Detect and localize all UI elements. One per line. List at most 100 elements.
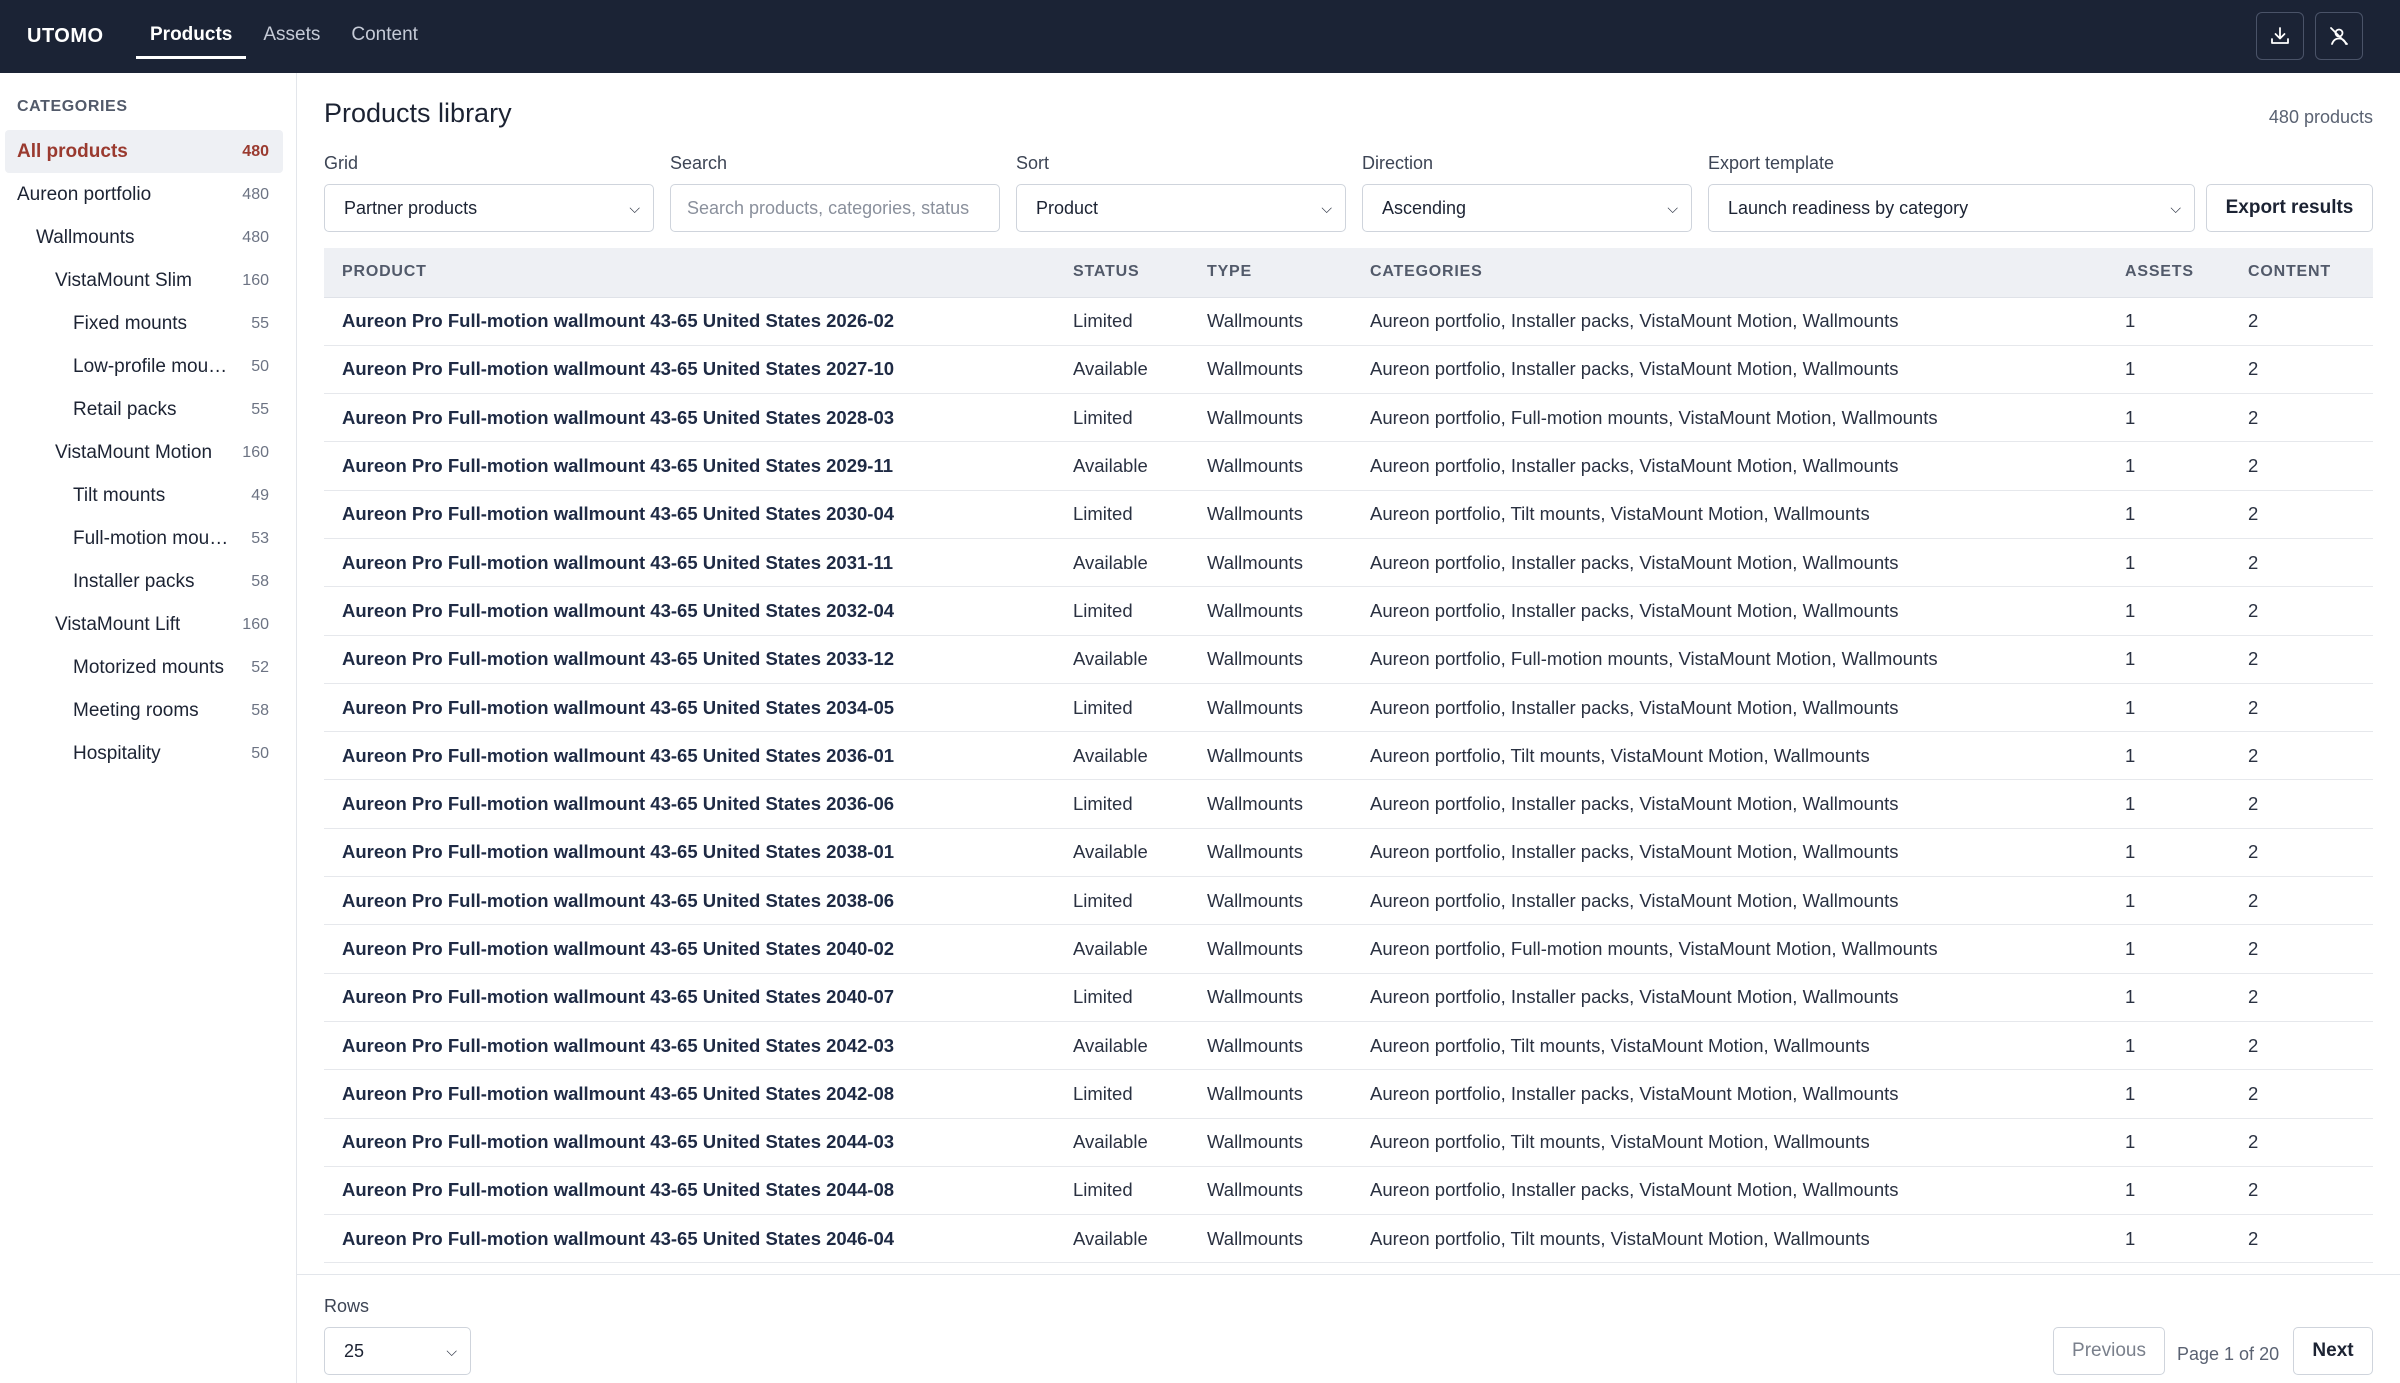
type-cell: Wallmounts [1189, 1021, 1352, 1071]
product-cell[interactable]: Aureon Pro Full-motion wallmount 43-65 U… [324, 441, 1055, 491]
category-count: 53 [251, 529, 269, 547]
status-cell: Available [1055, 924, 1189, 974]
table-row[interactable]: Aureon Pro Full-motion wallmount 43-65 U… [324, 345, 2373, 395]
table-row[interactable]: Aureon Pro Full-motion wallmount 43-65 U… [324, 924, 2373, 974]
table-row[interactable]: Aureon Pro Full-motion wallmount 43-65 U… [324, 441, 2373, 491]
type-cell: Wallmounts [1189, 1166, 1352, 1216]
product-cell[interactable]: Aureon Pro Full-motion wallmount 43-65 U… [324, 393, 1055, 443]
category-item-vistamount-motion[interactable]: VistaMount Motion 160 [5, 431, 283, 474]
column-header-product[interactable]: PRODUCT [324, 248, 1055, 298]
table-row[interactable]: Aureon Pro Full-motion wallmount 43-65 U… [324, 393, 2373, 443]
status-cell: Available [1055, 1118, 1189, 1167]
rows-per-page-select[interactable]: 25 ⌵ [324, 1327, 471, 1375]
table-row[interactable]: Aureon Pro Full-motion wallmount 43-65 U… [324, 683, 2373, 733]
categories-cell: Aureon portfolio, Tilt mounts, VistaMoun… [1352, 1214, 2107, 1264]
table-row[interactable]: Aureon Pro Full-motion wallmount 43-65 U… [324, 1214, 2373, 1264]
category-item-all-products[interactable]: All products 480 [5, 130, 283, 173]
table-row[interactable]: Aureon Pro Full-motion wallmount 43-65 U… [324, 876, 2373, 926]
product-cell[interactable]: Aureon Pro Full-motion wallmount 43-65 U… [324, 1021, 1055, 1071]
table-row[interactable]: Aureon Pro Full-motion wallmount 43-65 U… [324, 779, 2373, 829]
assets-cell: 1 [2107, 441, 2230, 491]
product-cell[interactable]: Aureon Pro Full-motion wallmount 43-65 U… [324, 1166, 1055, 1216]
column-header-categories[interactable]: CATEGORIES [1352, 248, 2107, 298]
category-item-vistamount-slim[interactable]: VistaMount Slim 160 [5, 259, 283, 302]
column-header-status[interactable]: STATUS [1055, 248, 1189, 298]
type-cell: Wallmounts [1189, 586, 1352, 636]
category-item-wallmounts[interactable]: Wallmounts 480 [5, 216, 283, 259]
sort-label: Sort [1016, 153, 1050, 173]
product-cell[interactable]: Aureon Pro Full-motion wallmount 43-65 U… [324, 490, 1055, 539]
table-row[interactable]: Aureon Pro Full-motion wallmount 43-65 U… [324, 1166, 2373, 1216]
table-row[interactable]: Aureon Pro Full-motion wallmount 43-65 U… [324, 1069, 2373, 1119]
product-cell[interactable]: Aureon Pro Full-motion wallmount 43-65 U… [324, 731, 1055, 781]
direction-select[interactable]: Ascending ⌵ [1362, 184, 1692, 232]
category-item-tilt-mounts[interactable]: Tilt mounts 49 [5, 474, 283, 517]
categories-cell: Aureon portfolio, Installer packs, Vista… [1352, 876, 2107, 926]
export-results-button[interactable]: Export results [2206, 184, 2373, 232]
table-row[interactable]: Aureon Pro Full-motion wallmount 43-65 U… [324, 1021, 2373, 1071]
tab-products[interactable]: Products [136, 0, 247, 73]
category-item-vistamount-lift[interactable]: VistaMount Lift 160 [5, 603, 283, 646]
category-count: 49 [251, 486, 269, 504]
category-label: All products [17, 140, 128, 162]
product-cell[interactable]: Aureon Pro Full-motion wallmount 43-65 U… [324, 635, 1055, 684]
content-cell: 2 [2230, 345, 2373, 395]
previous-button[interactable]: Previous [2053, 1327, 2165, 1375]
search-input[interactable] [670, 184, 1000, 232]
page-title: Products library [324, 98, 512, 128]
table-row[interactable]: Aureon Pro Full-motion wallmount 43-65 U… [324, 297, 2373, 346]
status-cell: Limited [1055, 683, 1189, 733]
content-cell: 2 [2230, 1214, 2373, 1264]
category-item-retail-packs[interactable]: Retail packs 55 [5, 388, 283, 431]
user-button[interactable] [2315, 12, 2363, 60]
grid-select[interactable]: Partner products ⌵ [324, 184, 654, 232]
column-header-assets[interactable]: ASSETS [2107, 248, 2230, 298]
column-header-content[interactable]: CONTENT [2230, 248, 2373, 298]
product-cell[interactable]: Aureon Pro Full-motion wallmount 43-65 U… [324, 876, 1055, 926]
user-icon [2330, 27, 2348, 45]
type-cell: Wallmounts [1189, 393, 1352, 443]
type-cell: Wallmounts [1189, 924, 1352, 974]
category-item-hospitality[interactable]: Hospitality 50 [5, 732, 283, 775]
table-row[interactable]: Aureon Pro Full-motion wallmount 43-65 U… [324, 490, 2373, 539]
table-row[interactable]: Aureon Pro Full-motion wallmount 43-65 U… [324, 635, 2373, 684]
status-cell: Limited [1055, 973, 1189, 1022]
product-cell[interactable]: Aureon Pro Full-motion wallmount 43-65 U… [324, 345, 1055, 395]
table-row[interactable]: Aureon Pro Full-motion wallmount 43-65 U… [324, 538, 2373, 588]
product-cell[interactable]: Aureon Pro Full-motion wallmount 43-65 U… [324, 1214, 1055, 1264]
next-button[interactable]: Next [2293, 1327, 2373, 1375]
product-cell[interactable]: Aureon Pro Full-motion wallmount 43-65 U… [324, 924, 1055, 974]
tab-content[interactable]: Content [337, 0, 432, 73]
column-header-type[interactable]: TYPE [1189, 248, 1352, 298]
table-row[interactable]: Aureon Pro Full-motion wallmount 43-65 U… [324, 828, 2373, 878]
category-item-aureon-portfolio[interactable]: Aureon portfolio 480 [5, 173, 283, 216]
download-button[interactable] [2256, 12, 2304, 60]
table-row[interactable]: Aureon Pro Full-motion wallmount 43-65 U… [324, 973, 2373, 1022]
category-label: Wallmounts [36, 226, 135, 248]
product-cell[interactable]: Aureon Pro Full-motion wallmount 43-65 U… [324, 973, 1055, 1022]
product-cell[interactable]: Aureon Pro Full-motion wallmount 43-65 U… [324, 1069, 1055, 1119]
category-item-motorized-mounts[interactable]: Motorized mounts 52 [5, 646, 283, 689]
product-cell[interactable]: Aureon Pro Full-motion wallmount 43-65 U… [324, 779, 1055, 829]
content-cell: 2 [2230, 441, 2373, 491]
product-cell[interactable]: Aureon Pro Full-motion wallmount 43-65 U… [324, 586, 1055, 636]
category-item-fixed-mounts[interactable]: Fixed mounts 55 [5, 302, 283, 345]
product-cell[interactable]: Aureon Pro Full-motion wallmount 43-65 U… [324, 538, 1055, 588]
category-label: Tilt mounts [73, 484, 166, 506]
sort-select[interactable]: Product ⌵ [1016, 184, 1346, 232]
category-item-full-motion-mounts[interactable]: Full-motion mounts 53 [5, 517, 283, 560]
product-cell[interactable]: Aureon Pro Full-motion wallmount 43-65 U… [324, 828, 1055, 878]
product-cell[interactable]: Aureon Pro Full-motion wallmount 43-65 U… [324, 1118, 1055, 1167]
product-cell[interactable]: Aureon Pro Full-motion wallmount 43-65 U… [324, 683, 1055, 733]
table-row[interactable]: Aureon Pro Full-motion wallmount 43-65 U… [324, 1118, 2373, 1167]
rows-label: Rows [324, 1296, 370, 1316]
table-row[interactable]: Aureon Pro Full-motion wallmount 43-65 U… [324, 586, 2373, 636]
category-item-meeting-rooms[interactable]: Meeting rooms 58 [5, 689, 283, 732]
direction-select-value: Ascending [1382, 198, 1467, 218]
export-template-select[interactable]: Launch readiness by category ⌵ [1708, 184, 2195, 232]
table-row[interactable]: Aureon Pro Full-motion wallmount 43-65 U… [324, 731, 2373, 781]
tab-assets[interactable]: Assets [249, 0, 334, 73]
category-item-installer-packs[interactable]: Installer packs 58 [5, 560, 283, 603]
category-item-low-profile-mounts[interactable]: Low-profile mounts 50 [5, 345, 283, 388]
product-cell[interactable]: Aureon Pro Full-motion wallmount 43-65 U… [324, 297, 1055, 346]
